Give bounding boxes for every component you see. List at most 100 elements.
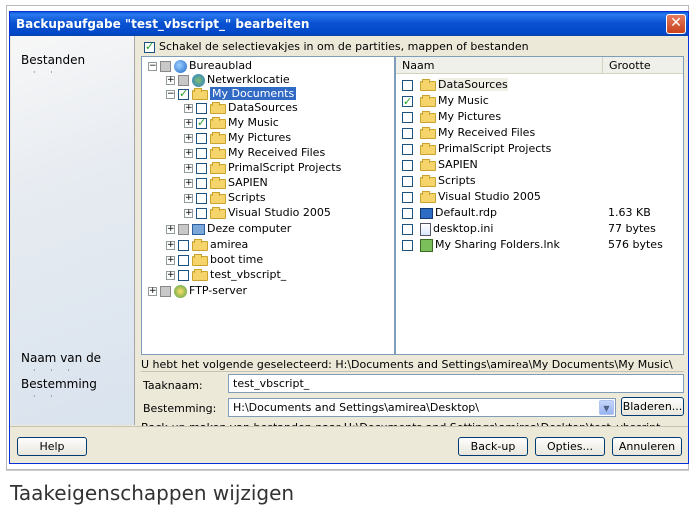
- tree-item[interactable]: + SAPIEN: [184, 176, 268, 190]
- tree-item[interactable]: − Bureaublad: [148, 59, 252, 73]
- tree-checkbox[interactable]: [196, 102, 207, 114]
- collapse-icon[interactable]: −: [148, 61, 157, 71]
- expand-icon[interactable]: +: [184, 133, 193, 143]
- expand-icon[interactable]: +: [184, 193, 193, 203]
- folder-icon: [192, 269, 208, 281]
- shortcut-icon: [420, 238, 433, 252]
- tree-item[interactable]: + Scripts: [184, 191, 266, 205]
- tree-item[interactable]: + PrimalScript Projects: [184, 161, 341, 175]
- tree-item-label: Scripts: [228, 191, 266, 204]
- expand-icon[interactable]: +: [184, 103, 193, 113]
- folder-icon: [192, 254, 208, 266]
- close-button[interactable]: ✕: [666, 14, 686, 34]
- expand-icon[interactable]: +: [166, 224, 175, 234]
- expand-icon[interactable]: +: [166, 270, 175, 280]
- file-list[interactable]: Naam Grootte DataSources My Music My Pic…: [395, 56, 684, 355]
- folder-icon: [210, 102, 226, 114]
- file-row[interactable]: My Music: [402, 93, 682, 109]
- tree-checkbox[interactable]: [196, 147, 207, 159]
- backup-button[interactable]: Back-up: [458, 437, 528, 456]
- expand-icon[interactable]: +: [184, 118, 193, 128]
- tree-item[interactable]: + My Received Files: [184, 146, 325, 160]
- expand-icon[interactable]: +: [166, 75, 175, 85]
- help-button[interactable]: Help: [17, 437, 87, 456]
- file-row[interactable]: Scripts: [402, 173, 682, 188]
- tree-checkbox[interactable]: [178, 74, 189, 86]
- tree-item[interactable]: + boot time: [166, 253, 263, 267]
- expand-icon[interactable]: +: [184, 208, 193, 218]
- task-name-field[interactable]: test_vbscript_: [228, 374, 684, 393]
- file-checkbox[interactable]: [402, 143, 413, 155]
- title-bar[interactable]: Backupaufgabe "test_vbscript_" bearbeite…: [10, 12, 688, 36]
- tree-item[interactable]: + amirea: [166, 238, 248, 252]
- browse-button[interactable]: Bladeren...: [621, 397, 684, 416]
- tree-checkbox[interactable]: [178, 87, 189, 101]
- close-icon: ✕: [670, 15, 682, 31]
- column-header-name[interactable]: Naam: [402, 57, 434, 74]
- file-checkbox[interactable]: [402, 239, 413, 251]
- tree-checkbox[interactable]: [196, 177, 207, 189]
- file-row[interactable]: Default.rdp 1.63 KB: [402, 205, 682, 220]
- folder-tree[interactable]: − Bureaublad + Netwerklocatie − My Document…: [141, 56, 395, 355]
- tree-item[interactable]: − My Documents: [166, 87, 297, 101]
- file-row[interactable]: DataSources: [402, 77, 682, 92]
- file-checkbox[interactable]: [402, 191, 413, 203]
- selection-hint[interactable]: Schakel de selectievakjes in om de parti…: [144, 40, 529, 53]
- tree-checkbox[interactable]: [178, 254, 189, 266]
- tree-checkbox[interactable]: [178, 223, 189, 235]
- folder-icon: [210, 177, 226, 189]
- expand-icon[interactable]: +: [184, 178, 193, 188]
- tree-checkbox[interactable]: [178, 239, 189, 251]
- cancel-button[interactable]: Annuleren: [612, 437, 682, 456]
- file-checkbox[interactable]: [402, 111, 413, 123]
- backup-task-dialog: Backupaufgabe "test_vbscript_" bearbeite…: [9, 11, 689, 464]
- expand-icon[interactable]: +: [148, 286, 157, 296]
- file-checkbox[interactable]: [402, 79, 413, 91]
- tree-item[interactable]: + My Music: [184, 116, 279, 130]
- collapse-icon[interactable]: −: [166, 89, 175, 99]
- file-row[interactable]: My Received Files: [402, 125, 682, 140]
- tree-item[interactable]: + FTP-server: [148, 284, 247, 298]
- file-row[interactable]: Visual Studio 2005: [402, 189, 682, 204]
- tree-item[interactable]: + Netwerklocatie: [166, 73, 290, 87]
- destination-combo[interactable]: H:\Documents and Settings\amirea\Desktop…: [228, 398, 616, 417]
- tree-item[interactable]: + Deze computer: [166, 222, 291, 236]
- file-checkbox[interactable]: [402, 94, 413, 109]
- select-all-checkbox[interactable]: [144, 40, 155, 53]
- tree-item-label: boot time: [210, 253, 264, 266]
- tree-checkbox[interactable]: [196, 192, 207, 204]
- tree-checkbox[interactable]: [178, 269, 189, 281]
- folder-icon: [210, 117, 226, 129]
- file-row[interactable]: SAPIEN: [402, 157, 682, 172]
- tree-item-label: Netwerklocatie: [207, 73, 290, 86]
- file-checkbox[interactable]: [402, 207, 413, 219]
- expand-icon[interactable]: +: [184, 148, 193, 158]
- tree-checkbox[interactable]: [196, 132, 207, 144]
- tree-checkbox[interactable]: [196, 116, 207, 130]
- tree-checkbox[interactable]: [160, 60, 171, 72]
- name-section-label: Naam van de: [21, 351, 102, 365]
- tree-item[interactable]: + test_vbscript_: [166, 268, 286, 282]
- tree-item[interactable]: + DataSources: [184, 101, 298, 115]
- tree-checkbox[interactable]: [160, 285, 171, 297]
- tree-checkbox[interactable]: [196, 207, 207, 219]
- expand-icon[interactable]: +: [166, 240, 175, 250]
- file-row[interactable]: desktop.ini 77 bytes: [402, 221, 682, 236]
- folder-icon: [420, 127, 436, 139]
- file-checkbox[interactable]: [402, 159, 413, 171]
- column-header-size[interactable]: Grootte: [602, 57, 683, 74]
- file-row[interactable]: My Sharing Folders.lnk 576 bytes: [402, 237, 682, 252]
- file-checkbox[interactable]: [402, 223, 413, 235]
- tree-item[interactable]: + Visual Studio 2005: [184, 206, 331, 220]
- folder-icon: [210, 207, 226, 219]
- file-checkbox[interactable]: [402, 127, 413, 139]
- tree-item[interactable]: + My Pictures: [184, 131, 291, 145]
- chevron-down-icon[interactable]: ▼: [599, 400, 614, 415]
- expand-icon[interactable]: +: [184, 163, 193, 173]
- file-row[interactable]: PrimalScript Projects: [402, 141, 682, 156]
- tree-checkbox[interactable]: [196, 162, 207, 174]
- expand-icon[interactable]: +: [166, 255, 175, 265]
- file-checkbox[interactable]: [402, 175, 413, 187]
- file-row[interactable]: My Pictures: [402, 109, 682, 124]
- options-button[interactable]: Opties...: [535, 437, 605, 456]
